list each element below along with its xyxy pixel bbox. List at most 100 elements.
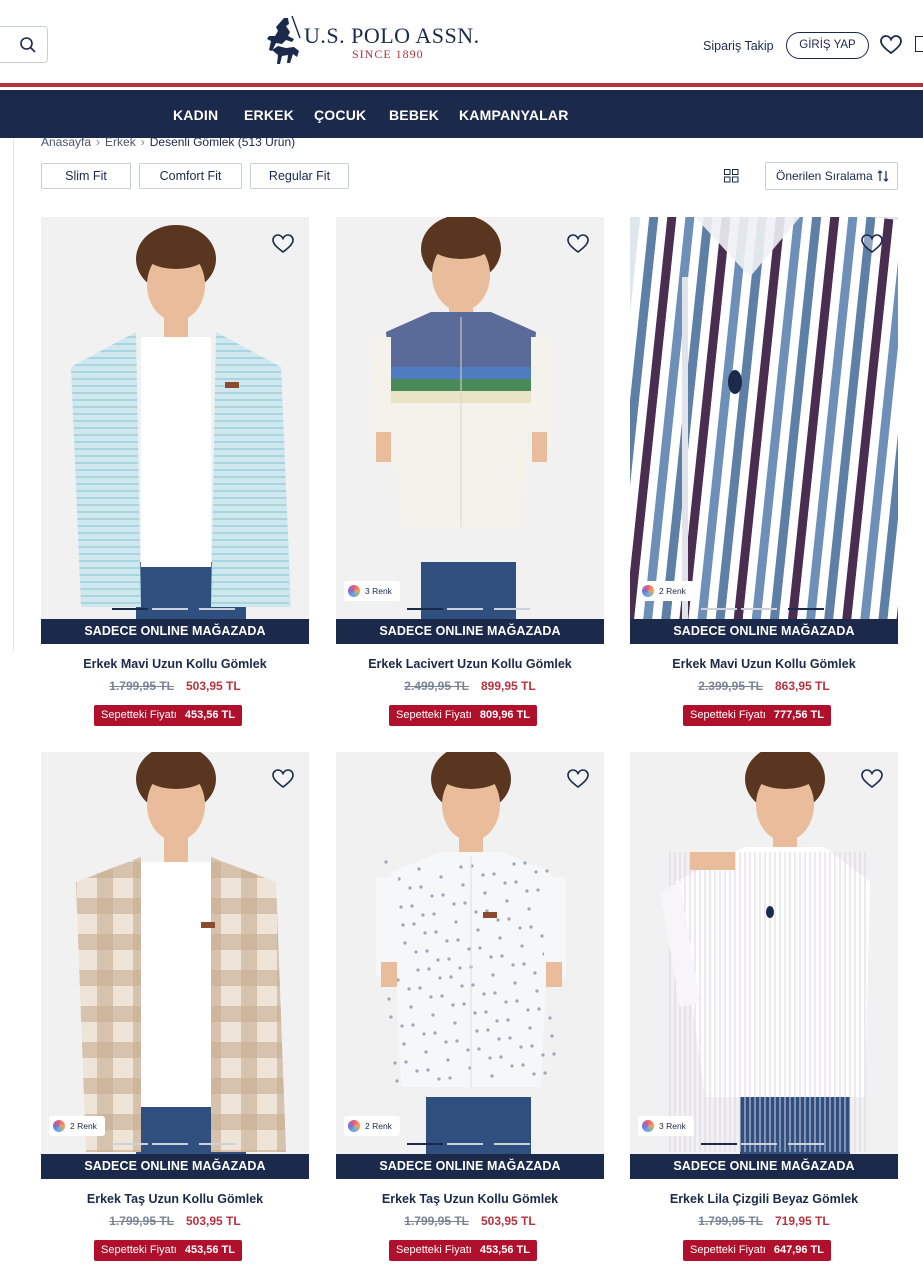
image-carousel-indicator[interactable] [336,1143,604,1146]
product-title[interactable]: Erkek Lila Çizgili Beyaz Gömlek [630,1192,898,1206]
color-count: 2 Renk [70,1121,97,1131]
brand-logo[interactable]: U.S. POLO ASSN. SINCE 1890 [264,12,484,70]
original-price: 1.799,95 TL [404,1214,469,1228]
product-image[interactable]: 2 Renk [630,217,898,620]
basket-price-value: 453,56 TL [184,709,235,721]
price-row: 1.799,95 TL 503,95 TL [41,1214,309,1228]
image-carousel-indicator[interactable] [630,608,898,611]
sort-arrows-icon [877,170,889,182]
product-card[interactable]: 2 Renk SADECE ONLINE MAĞAZADA Erkek Taş Uz… [336,752,604,1262]
filter-slim-fit[interactable]: Slim Fit [41,163,131,189]
color-swatch-icon [348,585,360,597]
basket-price-label: Sepetteki Fiyatı [690,1244,766,1256]
product-image[interactable]: 3 Renk [336,217,604,620]
image-carousel-indicator[interactable] [41,608,309,611]
price-row: 1.799,95 TL 503,95 TL [336,1214,604,1228]
brand-name: U.S. POLO ASSN. [304,23,480,48]
color-count: 2 Renk [365,1121,392,1131]
product-title[interactable]: Erkek Taş Uzun Kollu Gömlek [41,1192,309,1206]
filter-regular-fit[interactable]: Regular Fit [250,163,349,189]
polo-player-icon [267,15,301,64]
color-options-badge[interactable]: 2 Renk [638,581,694,601]
basket-price-value: 453,56 TL [184,1244,235,1256]
sort-dropdown[interactable]: Önerilen Sıralama [765,162,898,190]
nav-item-erkek[interactable]: ERKEK [244,107,294,123]
basket-price-value: 777,56 TL [773,709,824,721]
basket-price-value: 809,96 TL [479,709,530,721]
product-count: (513 Ürün) [237,135,296,149]
sale-price: 899,95 TL [481,679,536,693]
product-card[interactable]: 3 Renk SADECE ONLINE MAĞAZADA Erkek Lacive… [336,217,604,727]
brand-since: SINCE 1890 [352,47,424,61]
price-row: 2.499,95 TL 899,95 TL [336,679,604,693]
sale-price: 863,95 TL [775,679,830,693]
product-title[interactable]: Erkek Taş Uzun Kollu Gömlek [336,1192,604,1206]
basket-price-label: Sepetteki Fiyatı [396,1244,472,1256]
basket-price-label: Sepetteki Fiyatı [101,709,177,721]
online-only-banner: SADECE ONLINE MAĞAZADA [41,619,309,644]
product-card[interactable]: SADECE ONLINE MAĞAZADA Erkek Mavi Uzun Ko… [41,217,309,727]
product-image[interactable]: 3 Renk [630,752,898,1155]
color-options-badge[interactable]: 3 Renk [638,1116,694,1136]
sale-price: 503,95 TL [186,1214,241,1228]
basket-price-badge: Sepetteki Fiyatı 809,96 TL [389,705,537,726]
product-card[interactable]: 2 Renk SADECE ONLINE MAĞAZADA Erkek Mavi U… [630,217,898,727]
nav-item-cocuk[interactable]: ÇOCUK [314,107,366,123]
basket-price-badge: Sepetteki Fiyatı 453,56 TL [389,1240,537,1261]
search-button[interactable] [0,26,48,63]
image-carousel-indicator[interactable] [336,608,604,611]
sale-price: 503,95 TL [481,1214,536,1228]
breadcrumb-category[interactable]: Erkek [105,135,136,149]
sort-label: Önerilen Sıralama [776,169,873,183]
original-price: 2.399,95 TL [698,679,763,693]
basket-price-badge: Sepetteki Fiyatı 453,56 TL [94,705,242,726]
product-image[interactable] [41,217,309,620]
add-to-favorites-heart-icon[interactable] [861,769,883,789]
add-to-favorites-heart-icon[interactable] [567,234,589,254]
product-title[interactable]: Erkek Mavi Uzun Kollu Gömlek [41,657,309,671]
breadcrumb: Anasayfa › Erkek › Desenli Gömlek (513 Ürün) [41,135,295,149]
nav-item-bebek[interactable]: BEBEK [389,107,439,123]
login-button[interactable]: GİRİŞ YAP [786,32,869,59]
color-options-badge[interactable]: 2 Renk [344,1116,400,1136]
online-only-banner: SADECE ONLINE MAĞAZADA [41,1154,309,1179]
filter-sidebar-edge [0,138,14,650]
basket-price-value: 647,96 TL [773,1244,824,1256]
product-card[interactable]: 2 Renk SADECE ONLINE MAĞAZADA Erkek Taş Uz… [41,752,309,1262]
basket-price-label: Sepetteki Fiyatı [690,709,766,721]
color-options-badge[interactable]: 3 Renk [344,581,400,601]
add-to-favorites-heart-icon[interactable] [272,769,294,789]
nav-item-kadin[interactable]: KADIN [173,107,218,123]
favorites-heart-icon[interactable] [880,35,902,55]
color-options-badge[interactable]: 2 Renk [49,1116,105,1136]
original-price: 2.499,95 TL [404,679,469,693]
grid-view-icon[interactable] [724,169,739,183]
sale-price: 503,95 TL [186,679,241,693]
color-swatch-icon [348,1120,360,1132]
add-to-favorites-heart-icon[interactable] [272,234,294,254]
cart-icon[interactable] [915,36,923,52]
original-price: 1.799,95 TL [698,1214,763,1228]
product-image[interactable]: 2 Renk [336,752,604,1155]
order-tracking-link[interactable]: Sipariş Takip [703,39,774,53]
image-carousel-indicator[interactable] [630,1143,898,1146]
chevron-right-icon: › [96,135,101,149]
price-row: 2.399,95 TL 863,95 TL [630,679,898,693]
price-row: 1.799,95 TL 719,95 TL [630,1214,898,1228]
nav-item-kampanyalar[interactable]: KAMPANYALAR [459,107,569,123]
product-image[interactable]: 2 Renk [41,752,309,1155]
breadcrumb-home[interactable]: Anasayfa [41,135,91,149]
add-to-favorites-heart-icon[interactable] [567,769,589,789]
product-photo [41,752,309,1155]
add-to-favorites-heart-icon[interactable] [861,234,883,254]
filter-comfort-fit[interactable]: Comfort Fit [139,163,242,189]
basket-price-badge: Sepetteki Fiyatı 647,96 TL [683,1240,831,1261]
online-only-banner: SADECE ONLINE MAĞAZADA [630,1154,898,1179]
basket-price-badge: Sepetteki Fiyatı 777,56 TL [683,705,831,726]
product-card[interactable]: 3 Renk SADECE ONLINE MAĞAZADA Erkek Lila Ç… [630,752,898,1262]
product-title[interactable]: Erkek Lacivert Uzun Kollu Gömlek [336,657,604,671]
image-carousel-indicator[interactable] [41,1143,309,1146]
color-swatch-icon [642,1120,654,1132]
product-title[interactable]: Erkek Mavi Uzun Kollu Gömlek [630,657,898,671]
online-only-banner: SADECE ONLINE MAĞAZADA [336,619,604,644]
